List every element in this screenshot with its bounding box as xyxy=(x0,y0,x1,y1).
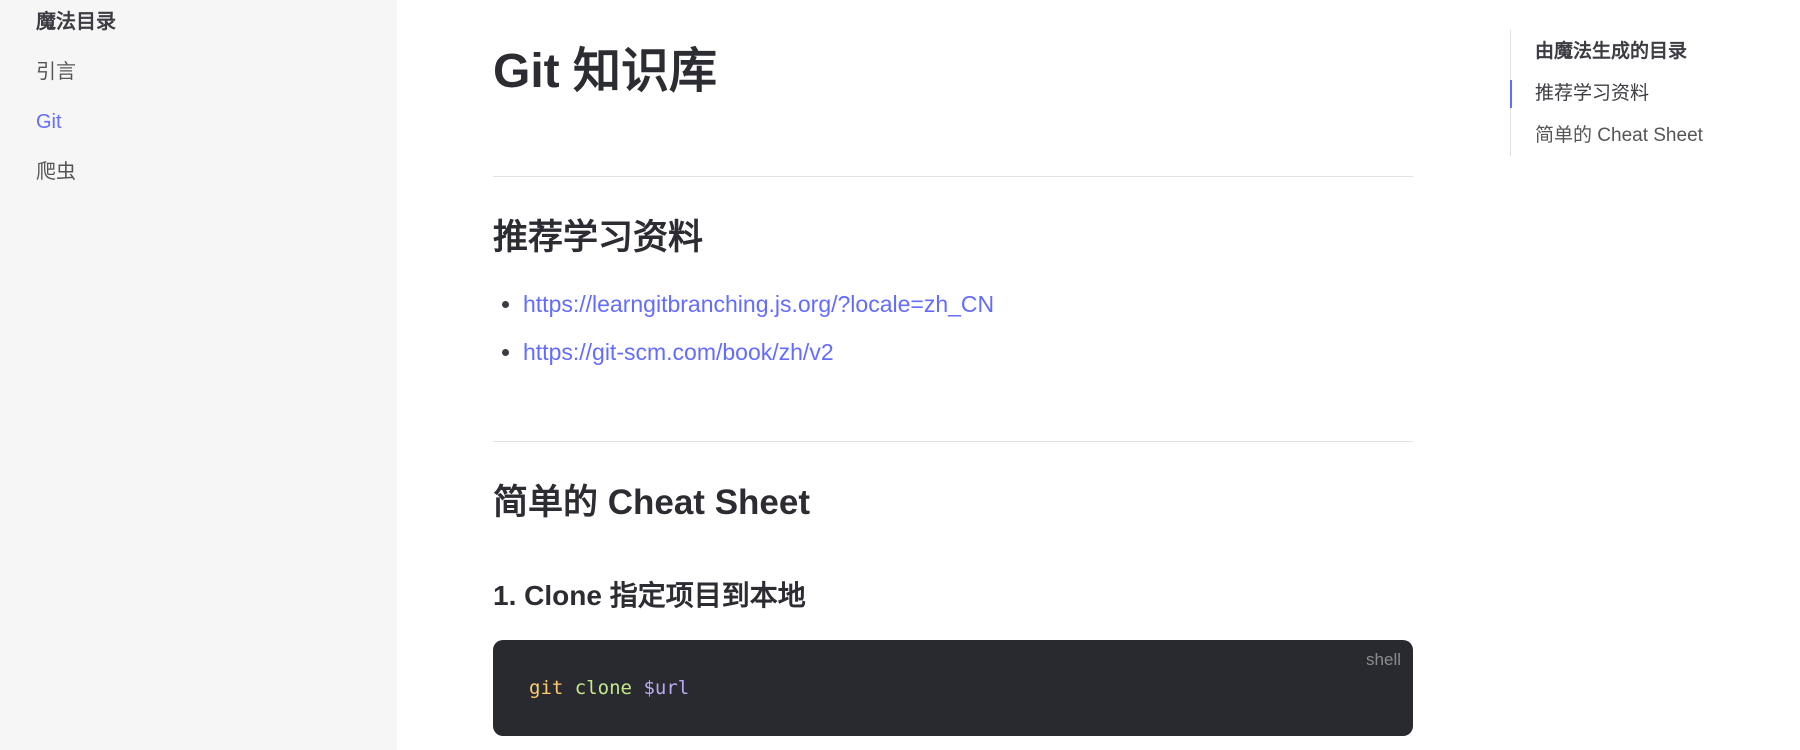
section-heading-cheatsheet: 简单的 Cheat Sheet xyxy=(493,483,810,522)
code-token-subcommand: clone xyxy=(574,677,632,699)
bullet-icon xyxy=(502,349,509,356)
outline-active-marker xyxy=(1510,80,1512,108)
resource-link-git-scm[interactable]: https://git-scm.com/book/zh/v2 xyxy=(523,339,834,365)
sidebar-item-git[interactable]: Git xyxy=(36,108,62,136)
code-language-label: shell xyxy=(1366,650,1401,669)
outline-item-cheatsheet[interactable]: 简单的 Cheat Sheet xyxy=(1535,122,1703,150)
section-heading-resources: 推荐学习资料 xyxy=(493,218,704,257)
resource-link-learngitbranching[interactable]: https://learngitbranching.js.org/?locale… xyxy=(523,291,994,317)
code-line: git clone $url xyxy=(529,676,689,700)
code-token-command: git xyxy=(529,677,564,699)
sidebar: 魔法目录 引言 Git 爬虫 xyxy=(0,0,397,750)
outline-title: 由魔法生成的目录 xyxy=(1535,41,1688,62)
page-outline: 由魔法生成的目录 推荐学习资料 简单的 Cheat Sheet xyxy=(1510,30,1770,156)
subheading-clone: 1. Clone 指定项目到本地 xyxy=(493,580,806,611)
sidebar-item-crawler[interactable]: 爬虫 xyxy=(36,158,76,186)
divider xyxy=(493,441,1413,442)
sidebar-title: 魔法目录 xyxy=(36,11,116,33)
list-item: https://git-scm.com/book/zh/v2 xyxy=(493,337,994,385)
outline-item-resources[interactable]: 推荐学习资料 xyxy=(1535,80,1649,108)
bullet-icon xyxy=(502,301,509,308)
code-block[interactable]: shell git clone $url xyxy=(493,640,1413,736)
list-item: https://learngitbranching.js.org/?locale… xyxy=(493,289,994,337)
code-token-variable: $url xyxy=(643,677,690,699)
sidebar-item-intro[interactable]: 引言 xyxy=(36,58,76,86)
divider xyxy=(493,176,1413,177)
resource-link-list: https://learngitbranching.js.org/?locale… xyxy=(493,289,994,385)
page: 魔法目录 引言 Git 爬虫 Git 知识库 推荐学习资料 https://le… xyxy=(0,0,1800,750)
page-title: Git 知识库 xyxy=(493,45,717,98)
